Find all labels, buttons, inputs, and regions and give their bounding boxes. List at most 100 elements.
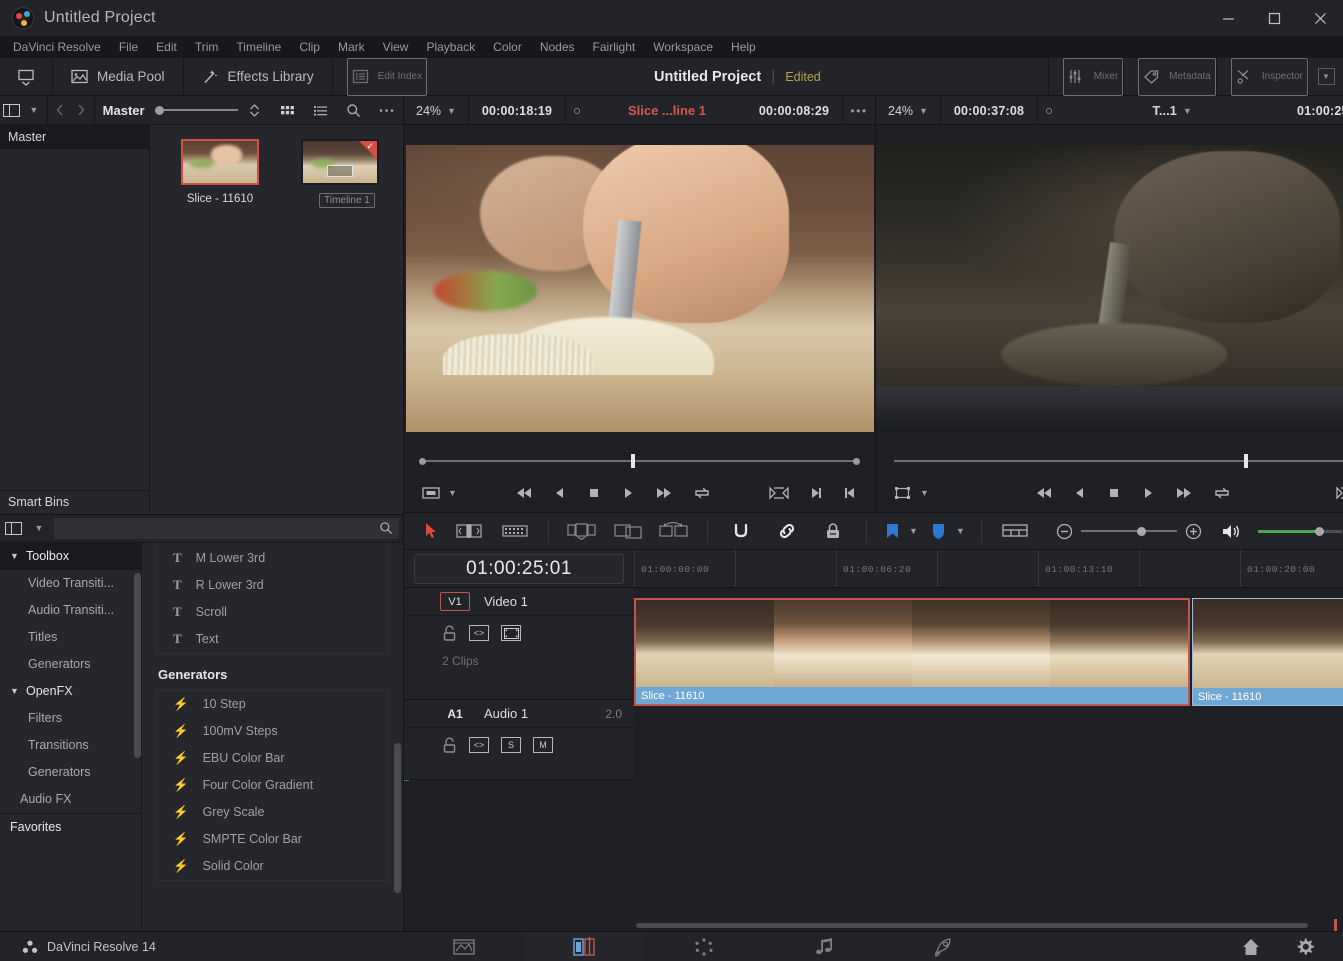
media-pool-options-button[interactable] (370, 96, 403, 125)
timeline-mark-clip-button[interactable] (1336, 486, 1343, 500)
timeline-thumbnail[interactable]: ✓ (301, 139, 379, 185)
edit-index-button[interactable]: Edit Index (346, 57, 428, 96)
source-clip-name[interactable]: Slice ...line 1 (588, 103, 746, 118)
thumbnail-view-button[interactable] (271, 96, 304, 125)
timeline-ruler[interactable]: 01:00:00:00 01:00:06:20 01:00:13:10 01:0… (634, 550, 1343, 587)
v1-name[interactable]: Video 1 (484, 594, 528, 609)
edit-page-button[interactable] (524, 931, 644, 961)
media-page-button[interactable] (404, 932, 524, 961)
deliver-page-button[interactable] (884, 932, 1004, 961)
timeline-scrubber[interactable] (876, 448, 1343, 474)
metadata-button[interactable]: Metadata (1138, 57, 1216, 96)
timeline-play-button[interactable] (1141, 486, 1155, 500)
sort-order-button[interactable] (238, 96, 271, 125)
source-display-mode-icon[interactable] (422, 486, 440, 500)
volume-icon[interactable] (1222, 523, 1242, 540)
timeline-video-area[interactable] (876, 125, 1343, 448)
source-loop-button[interactable] (693, 486, 711, 500)
source-mark-in-button[interactable] (843, 486, 857, 500)
tree-item-filters[interactable]: Filters (0, 705, 141, 732)
effect-item-solid-color[interactable]: ⚡ Solid Color (157, 853, 388, 880)
timeline-stop-button[interactable] (1107, 486, 1121, 500)
chevron-down-icon[interactable]: ▼ (448, 488, 457, 498)
menu-davinci-resolve[interactable]: DaVinci Resolve (4, 38, 110, 56)
tree-item-ofx-transitions[interactable]: Transitions (0, 732, 141, 759)
effects-tree-scrollbar[interactable] (134, 572, 141, 758)
source-mark-out-button[interactable] (809, 486, 823, 500)
auto-select-icon[interactable]: <> (469, 737, 489, 753)
effect-item-m-lower-3rd[interactable]: T M Lower 3rd (157, 545, 388, 572)
media-pool-layout-button[interactable] (0, 96, 23, 125)
bin-back-button[interactable] (50, 96, 71, 125)
lock-icon[interactable] (442, 737, 457, 753)
timeline-transform-icon[interactable] (894, 486, 912, 500)
menu-trim[interactable]: Trim (186, 38, 228, 56)
search-icon[interactable] (337, 96, 370, 125)
selection-arrow-icon[interactable] (416, 512, 446, 550)
fairlight-page-button[interactable] (764, 932, 884, 961)
effect-item-smpte-color-bar[interactable]: ⚡ SMPTE Color Bar (157, 826, 388, 853)
menu-nodes[interactable]: Nodes (531, 38, 584, 56)
effect-item-ebu-color-bar[interactable]: ⚡ EBU Color Bar (157, 745, 388, 772)
effect-item-scroll[interactable]: T Scroll (157, 599, 388, 626)
effect-item-four-color-gradient[interactable]: ⚡ Four Color Gradient (157, 772, 388, 799)
source-jump-start-button[interactable] (515, 486, 533, 500)
a1-name[interactable]: Audio 1 (484, 706, 528, 721)
mixer-button[interactable]: Mixer (1062, 57, 1124, 96)
solo-icon[interactable]: S (501, 737, 521, 753)
effects-library-button[interactable]: Effects Library (184, 58, 332, 96)
inspector-button[interactable]: Inspector (1230, 57, 1308, 96)
source-jump-end-button[interactable] (655, 486, 673, 500)
lock-icon[interactable] (442, 625, 457, 641)
marker-icon[interactable] (924, 512, 954, 550)
minimize-button[interactable] (1205, 0, 1251, 36)
insert-clip-icon[interactable] (613, 512, 643, 550)
a1-badge[interactable]: A1 (440, 704, 470, 723)
effect-item-10-step[interactable]: ⚡ 10 Step (157, 691, 388, 718)
tree-item-video-transitions[interactable]: Video Transiti... (0, 570, 141, 597)
position-lock-icon[interactable] (818, 512, 848, 550)
list-view-button[interactable] (304, 96, 337, 125)
menu-timeline[interactable]: Timeline (227, 38, 290, 56)
panel-expand-button[interactable]: ▼ (1309, 68, 1343, 85)
media-pool-layout-dropdown[interactable]: ▼ (23, 96, 46, 125)
chevron-down-icon[interactable]: ▼ (920, 488, 929, 498)
volume-slider[interactable] (1257, 526, 1342, 536)
timeline-canvas[interactable]: Slice - 11610 Slice - 11610 (634, 588, 1343, 919)
source-video-area[interactable] (404, 125, 875, 448)
menu-workspace[interactable]: Workspace (644, 38, 722, 56)
flag-swap-icon[interactable] (659, 512, 689, 550)
timeline-jump-start-button[interactable] (1035, 486, 1053, 500)
effects-search-box[interactable] (54, 517, 399, 539)
chevron-down-icon[interactable]: ▼ (909, 526, 918, 536)
timeline-clip-2[interactable]: Slice - 11610 (1192, 598, 1343, 706)
clip-thumbnail[interactable] (181, 139, 259, 185)
source-play-button[interactable] (621, 486, 635, 500)
timeline-position-timecode[interactable]: 01:00:25:01 (1284, 104, 1343, 118)
source-position-timecode[interactable]: 00:00:08:29 (746, 104, 842, 118)
menu-help[interactable]: Help (722, 38, 765, 56)
trim-edit-icon[interactable] (454, 512, 484, 550)
menu-color[interactable]: Color (484, 38, 531, 56)
timeline-play-reverse-button[interactable] (1073, 486, 1087, 500)
media-pool-item[interactable]: Slice - 11610 (172, 139, 268, 205)
bin-item-master[interactable]: Master (0, 125, 149, 149)
source-stop-button[interactable] (587, 486, 601, 500)
tree-item-audio-transitions[interactable]: Audio Transiti... (0, 597, 141, 624)
tree-item-ofx-generators[interactable]: Generators (0, 759, 141, 786)
auto-select-icon[interactable]: <> (469, 625, 489, 641)
zoom-in-icon[interactable] (1185, 523, 1202, 540)
menu-edit[interactable]: Edit (147, 38, 186, 56)
menu-playback[interactable]: Playback (417, 38, 484, 56)
dynamic-trim-icon[interactable] (500, 512, 530, 550)
menu-view[interactable]: View (374, 38, 418, 56)
video-enable-icon[interactable] (501, 625, 521, 641)
timeline-jump-end-button[interactable] (1175, 486, 1193, 500)
source-options-button[interactable]: ••• (843, 104, 875, 118)
menu-fairlight[interactable]: Fairlight (584, 38, 645, 56)
timeline-clip-1[interactable]: Slice - 11610 (634, 598, 1190, 706)
blade-edit-icon[interactable] (567, 512, 597, 550)
search-icon[interactable] (379, 521, 393, 535)
chevron-down-icon[interactable]: ▼ (956, 526, 965, 536)
toggle-panels-button[interactable] (0, 58, 52, 96)
